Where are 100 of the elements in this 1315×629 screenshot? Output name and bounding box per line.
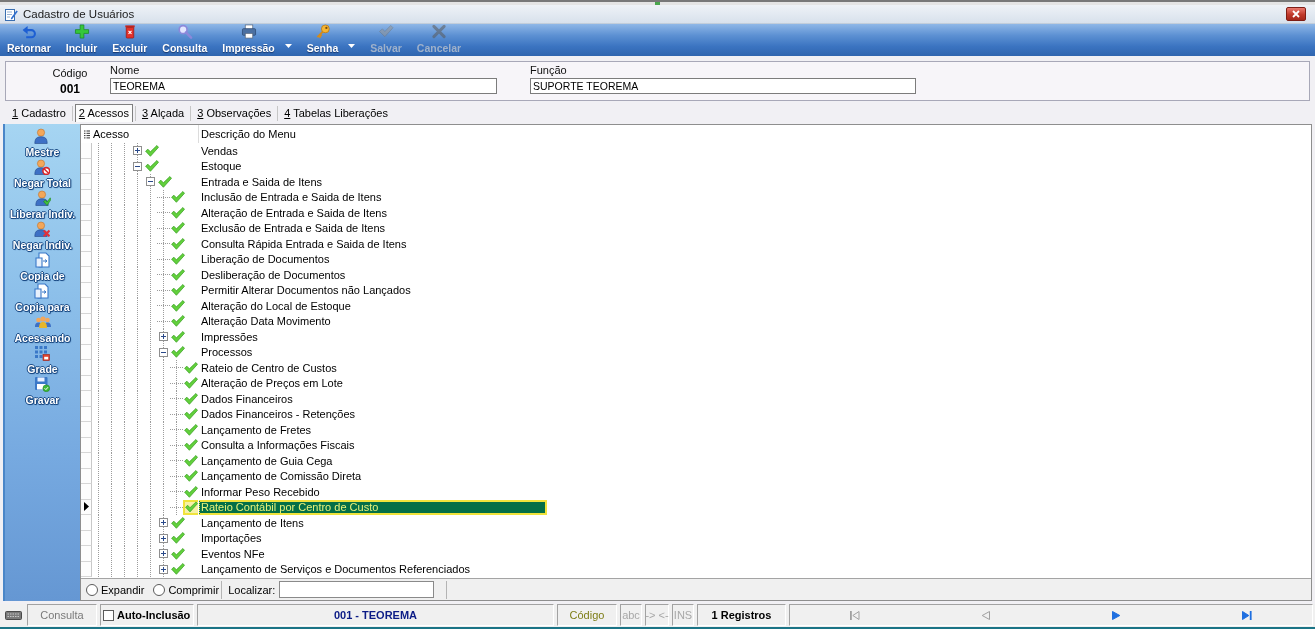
radio-button[interactable] bbox=[86, 583, 98, 596]
plus-box-icon[interactable] bbox=[159, 518, 168, 528]
menu-item-label[interactable]: Lançamento de Fretes bbox=[199, 422, 547, 438]
minus-box-icon[interactable] bbox=[133, 161, 142, 171]
column-header[interactable]: Acesso bbox=[92, 125, 199, 143]
plus-box-icon[interactable] bbox=[159, 533, 168, 543]
tab[interactable]: 1 Cadastro bbox=[8, 104, 70, 122]
check-icon[interactable] bbox=[170, 284, 185, 297]
menu-item-label[interactable]: Inclusão de Entrada e Saida de Itens bbox=[199, 189, 547, 205]
check-icon[interactable] bbox=[183, 361, 198, 374]
undo-arrow-icon bbox=[20, 24, 37, 39]
column-header[interactable]: Descrição do Menu bbox=[199, 125, 1311, 143]
menu-item-label[interactable]: Lançamento de Comissão Direta bbox=[199, 468, 547, 484]
check-icon[interactable] bbox=[144, 144, 159, 157]
menu-item-label[interactable]: Consulta a Informações Fiscais bbox=[199, 437, 547, 453]
tab[interactable]: 3 Alçada bbox=[138, 104, 189, 122]
check-icon[interactable] bbox=[183, 423, 198, 436]
tab[interactable]: 3 Observações bbox=[193, 104, 276, 122]
form-icon bbox=[5, 7, 18, 21]
menu-item-label[interactable]: Importações bbox=[199, 530, 547, 546]
check-icon[interactable] bbox=[183, 470, 198, 483]
menu-item-label[interactable]: Dados Financeiros - Retenções bbox=[199, 406, 547, 422]
check-icon[interactable] bbox=[144, 160, 159, 173]
check-icon[interactable] bbox=[183, 377, 198, 390]
check-icon[interactable] bbox=[170, 563, 185, 576]
check-icon[interactable] bbox=[170, 346, 185, 359]
menu-item-label[interactable]: Lançamento de Serviços e Documentos Referenciados bbox=[199, 561, 547, 577]
menu-item-label[interactable]: Processos bbox=[199, 344, 547, 360]
function-field[interactable]: SUPORTE TEOREMA bbox=[530, 78, 916, 94]
check-icon[interactable] bbox=[170, 206, 185, 219]
plus-box-icon[interactable] bbox=[159, 564, 168, 574]
check-icon[interactable] bbox=[170, 191, 185, 204]
close-button[interactable] bbox=[1286, 7, 1306, 21]
menu-item-label[interactable]: Alteração de Entrada e Saida de Itens bbox=[199, 205, 547, 221]
check-icon[interactable] bbox=[170, 547, 185, 560]
toolbar-button[interactable]: Impressão bbox=[220, 24, 294, 56]
check-icon[interactable] bbox=[170, 315, 185, 328]
menu-item-label[interactable]: Alteração Data Movimento bbox=[199, 313, 547, 329]
checkbox-label[interactable]: Auto-Inclusão bbox=[117, 609, 191, 621]
menu-item-label[interactable]: Lançamento de Guia Cega bbox=[199, 453, 547, 469]
list-lines-icon[interactable] bbox=[83, 129, 90, 139]
plus-box-icon[interactable] bbox=[159, 549, 168, 559]
menu-item-label[interactable]: Desliberação de Documentos bbox=[199, 267, 547, 283]
menu-item-label[interactable]: Vendas bbox=[199, 143, 547, 159]
check-icon[interactable] bbox=[170, 532, 185, 545]
window-title: Cadastro de Usuários bbox=[23, 8, 135, 20]
toolbar-button[interactable]: Retornar bbox=[5, 24, 53, 56]
menu-item-label[interactable]: Rateio Contábil por Centro de Custo bbox=[199, 499, 547, 515]
toolbar-button[interactable]: Consulta bbox=[160, 24, 210, 56]
menu-item-label[interactable]: Estoque bbox=[199, 158, 547, 174]
caret-icon[interactable] bbox=[284, 44, 292, 48]
tab[interactable]: 2 Acessos bbox=[74, 104, 133, 122]
check-icon[interactable] bbox=[170, 516, 185, 529]
record-count: 1 Registros bbox=[697, 604, 786, 626]
plus-icon bbox=[73, 24, 90, 39]
menu-item-label[interactable]: Exclusão de Entrada e Saida de Itens bbox=[199, 220, 547, 236]
key-icon bbox=[314, 24, 331, 39]
menu-item-label[interactable]: Entrada e Saida de Itens bbox=[199, 174, 547, 190]
check-icon[interactable] bbox=[170, 268, 185, 281]
radio-label[interactable]: Expandir bbox=[101, 583, 145, 596]
caret-icon[interactable] bbox=[348, 44, 356, 48]
index-button[interactable]: Código bbox=[557, 604, 617, 626]
toolbar-button[interactable]: Excluir bbox=[110, 24, 150, 56]
menu-item-label[interactable]: Liberação de Documentos bbox=[199, 251, 547, 267]
menu-item-label[interactable]: Informar Peso Recebido bbox=[199, 484, 547, 500]
check-icon[interactable] bbox=[170, 330, 185, 343]
check-icon[interactable] bbox=[183, 408, 198, 421]
check-icon[interactable] bbox=[185, 501, 198, 514]
radio-button[interactable] bbox=[153, 583, 166, 596]
toolbar-button[interactable]: Senha bbox=[304, 24, 358, 56]
document-copy-icon bbox=[34, 283, 51, 299]
toolbar-button[interactable]: Incluir bbox=[63, 24, 100, 56]
checkbox[interactable] bbox=[103, 609, 114, 621]
menu-item-label[interactable]: Consulta Rápida Entrada e Saida de Itens bbox=[199, 236, 547, 252]
menu-item-label[interactable]: Dados Financeiros bbox=[199, 391, 547, 407]
check-icon[interactable] bbox=[183, 454, 198, 467]
check-icon[interactable] bbox=[170, 237, 185, 250]
check-icon[interactable] bbox=[170, 299, 185, 312]
check-icon[interactable] bbox=[170, 222, 185, 235]
check-icon[interactable] bbox=[170, 253, 185, 266]
minus-box-icon[interactable] bbox=[159, 347, 168, 357]
check-icon[interactable] bbox=[183, 485, 198, 498]
menu-item-label[interactable]: Rateio de Centro de Custos bbox=[199, 360, 547, 376]
menu-item-label[interactable]: Alteração de Preços em Lote bbox=[199, 375, 547, 391]
menu-item-label[interactable]: Permitir Alterar Documentos não Lançados bbox=[199, 282, 547, 298]
check-icon[interactable] bbox=[183, 439, 198, 452]
person-check-icon bbox=[34, 190, 51, 206]
plus-box-icon[interactable] bbox=[159, 332, 168, 342]
minus-box-icon[interactable] bbox=[146, 177, 155, 187]
check-icon[interactable] bbox=[157, 175, 172, 188]
menu-item-label[interactable]: Alteração do Local de Estoque bbox=[199, 298, 547, 314]
check-icon[interactable] bbox=[183, 392, 198, 405]
menu-item-label[interactable]: Eventos NFe bbox=[199, 546, 547, 562]
radio-label[interactable]: Comprimir bbox=[168, 583, 220, 596]
menu-item-label[interactable]: Lançamento de Itens bbox=[199, 515, 547, 531]
search-field[interactable] bbox=[279, 581, 435, 598]
menu-item-label[interactable]: Impressões bbox=[199, 329, 547, 345]
plus-box-icon[interactable] bbox=[133, 146, 142, 156]
name-field[interactable]: TEOREMA bbox=[110, 78, 497, 94]
tab[interactable]: 4 Tabelas Liberações bbox=[280, 104, 392, 122]
